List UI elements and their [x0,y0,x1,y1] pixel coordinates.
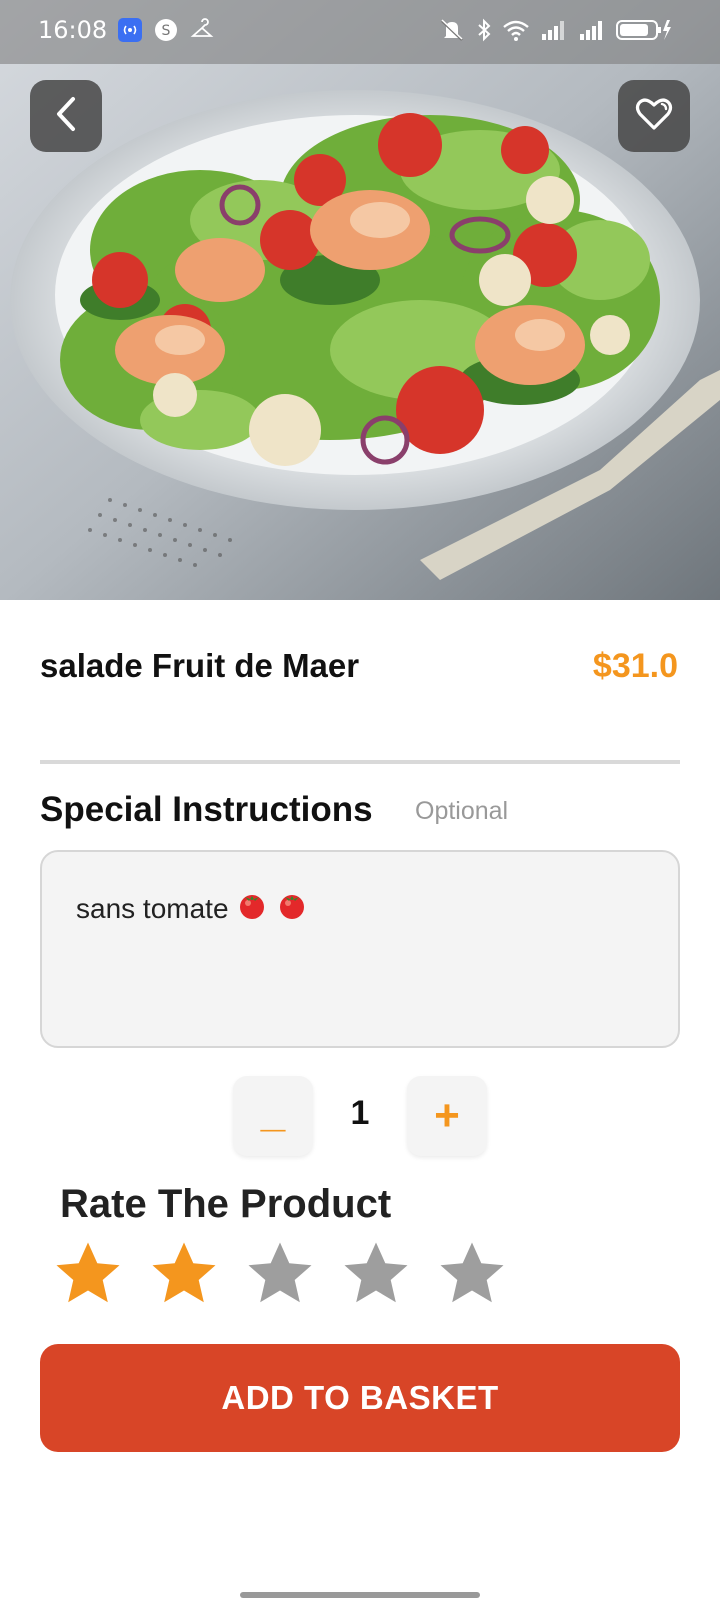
product-price: $31.0 [592,647,678,685]
signal-icon-2 [578,18,606,47]
instructions-text: sans tomate [76,892,229,924]
s-app-icon: S [154,18,178,47]
optional-label: Optional [415,797,509,825]
signal-icon-1 [540,18,568,47]
salad-photo [0,0,720,600]
star-3-icon[interactable] [244,1238,316,1310]
bluetooth-icon [476,18,492,47]
chevron-left-icon [51,96,81,137]
divider [40,760,680,764]
battery-icon [616,18,672,47]
tomato-emoji-icon [235,890,269,927]
star-rating [52,1238,508,1310]
home-indicator[interactable] [240,1592,480,1598]
add-to-basket-button[interactable]: ADD TO BASKET [40,1344,680,1452]
wifi-icon [502,18,530,47]
tomato-emoji-icon [275,890,309,927]
broadcast-icon [118,18,142,47]
svg-text:S: S [162,23,171,39]
hanger-icon [190,18,214,47]
star-2-icon[interactable] [148,1238,220,1310]
mute-icon [438,18,466,47]
star-4-icon[interactable] [340,1238,412,1310]
back-button[interactable] [30,80,102,152]
star-1-icon[interactable] [52,1238,124,1310]
status-bar: 16:08 S [0,0,720,64]
product-image: 16:08 S [0,0,720,600]
rating-title: Rate The Product [60,1182,392,1226]
increase-quantity-button[interactable]: + [407,1076,487,1156]
status-time: 16:08 [38,16,108,44]
heart-icon [635,96,673,137]
quantity-value: 1 [350,1094,370,1132]
plus-label: + [434,1091,460,1140]
instructions-input[interactable]: sans tomate [40,850,680,1048]
product-name: salade Fruit de Maer [40,647,360,684]
minus-label: _ [260,1087,286,1136]
favorite-button[interactable] [618,80,690,152]
decrease-quantity-button[interactable]: _ [233,1076,313,1156]
star-5-icon[interactable] [436,1238,508,1310]
instructions-title: Special Instructions [40,790,373,829]
